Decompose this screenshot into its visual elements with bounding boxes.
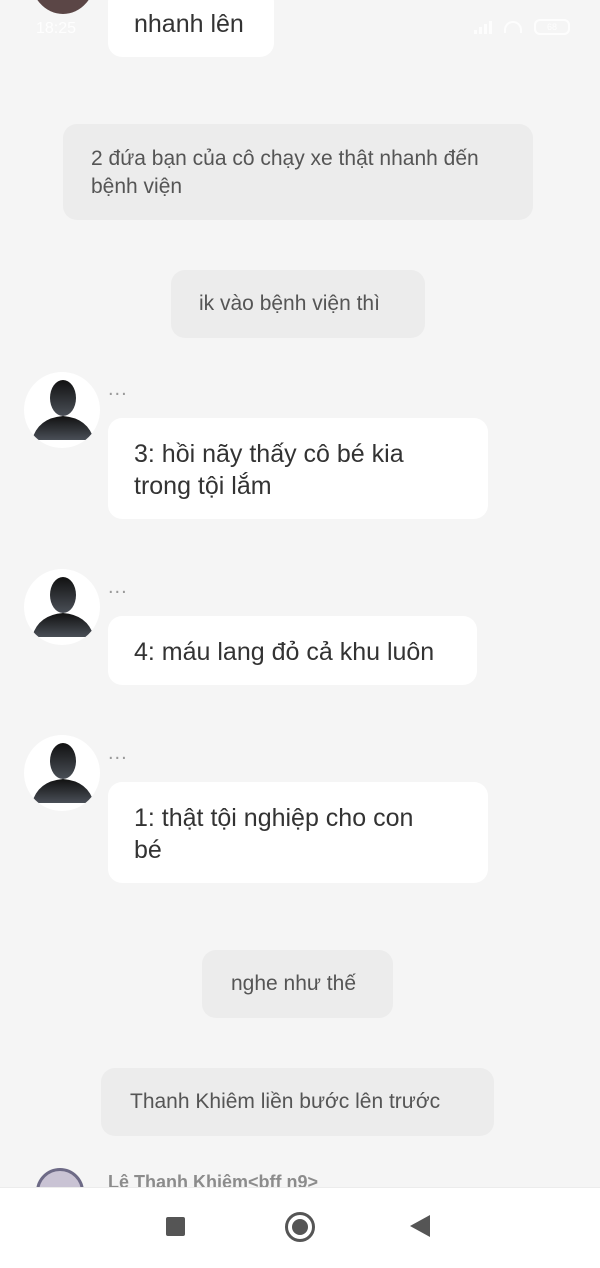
message-text: 3: hồi nãy thấy cô bé kia trong tội lắm [134,440,404,500]
message-bubble[interactable]: 4: máu lang đỏ cả khu luôn [108,616,477,685]
person-silhouette-icon [32,577,94,637]
narration-text: Thanh Khiêm liền bước lên trước [130,1090,441,1113]
message-text: nhanh lên [134,10,244,38]
narration-bubble[interactable]: Thanh Khiêm liền bước lên trước [101,1068,494,1136]
narration-text: 2 đứa bạn của cô chạy xe thật nhanh đến … [91,147,479,198]
narration-text: nghe như thế [231,972,356,995]
battery-icon: 68 [534,19,570,35]
narration-bubble[interactable]: ik vào bệnh viện thì [171,270,425,338]
narration-text: ik vào bệnh viện thì [199,292,380,315]
avatar[interactable] [24,569,100,645]
sender-name: ... [108,576,128,598]
signal-icon [474,20,492,34]
status-time: 18:25 [36,20,77,37]
sender-name: ... [108,378,128,400]
status-icons: 68 [474,19,570,35]
narration-bubble[interactable]: 2 đứa bạn của cô chạy xe thật nhanh đến … [63,124,533,220]
avatar[interactable] [24,735,100,811]
person-silhouette-icon [32,743,94,803]
wifi-icon [504,21,522,33]
narration-bubble[interactable]: nghe như thế [202,950,393,1018]
back-triangle-icon[interactable] [410,1215,430,1237]
avatar[interactable] [24,372,100,448]
message-bubble[interactable]: nhanh lên [108,0,274,57]
sender-name: ... [108,742,128,764]
home-circle-inner [292,1219,308,1235]
message-bubble[interactable]: 3: hồi nãy thấy cô bé kia trong tội lắm [108,418,488,519]
message-text: 1: thật tội nghiệp cho con bé [134,804,414,864]
avatar[interactable] [30,0,96,14]
message-bubble[interactable]: 1: thật tội nghiệp cho con bé [108,782,488,883]
message-text: 4: máu lang đỏ cả khu luôn [134,638,435,666]
recents-square-icon[interactable] [166,1217,185,1236]
person-silhouette-icon [32,380,94,440]
